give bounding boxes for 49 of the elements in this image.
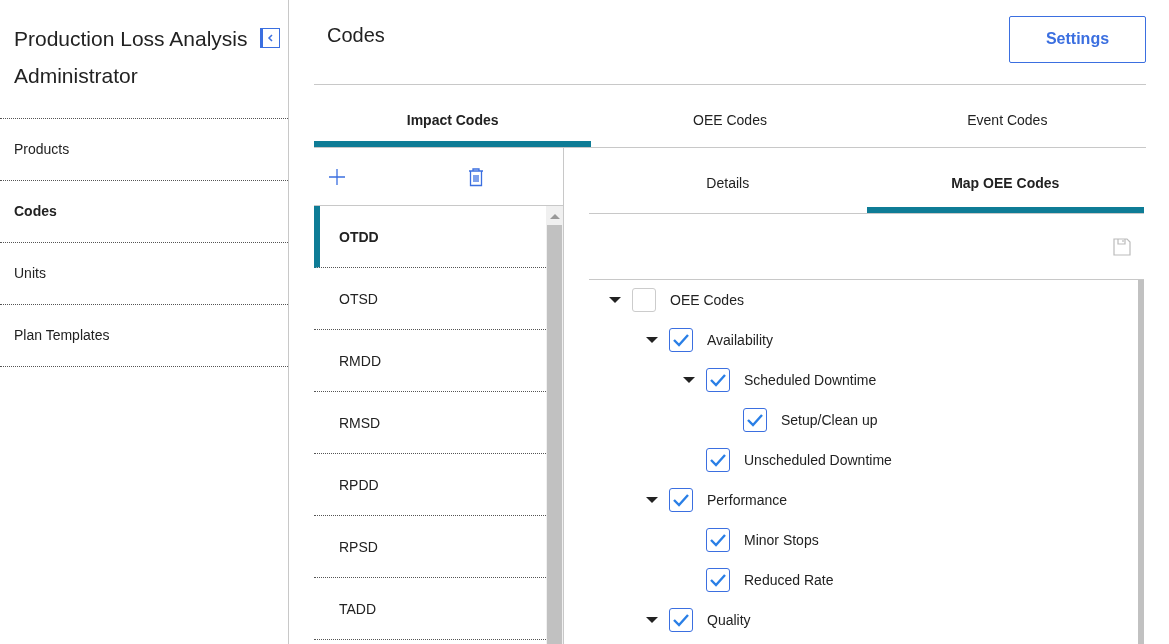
delete-icon[interactable]	[467, 166, 485, 187]
nav-item[interactable]: Plan Templates	[0, 305, 288, 367]
checkbox[interactable]	[669, 608, 693, 632]
tab[interactable]: Impact Codes	[314, 85, 592, 147]
expand-icon[interactable]	[646, 497, 658, 503]
nav-item[interactable]: Units	[0, 243, 288, 305]
expand-icon[interactable]	[609, 297, 621, 303]
page-title: Codes	[327, 23, 385, 47]
checkmark-icon	[672, 493, 690, 507]
checkbox[interactable]	[706, 568, 730, 592]
checkmark-icon	[672, 613, 690, 627]
tree-item[interactable]: Performance	[707, 492, 788, 508]
checkbox[interactable]	[706, 528, 730, 552]
expand-icon[interactable]	[646, 337, 658, 343]
scrollbar[interactable]	[546, 206, 563, 644]
checkmark-icon	[709, 453, 727, 467]
checkbox[interactable]	[669, 488, 693, 512]
collapse-button[interactable]	[260, 28, 280, 48]
tree-item[interactable]: Setup/Clean up	[781, 412, 878, 428]
expand-icon[interactable]	[646, 617, 658, 623]
checkbox[interactable]	[743, 408, 767, 432]
tab[interactable]: Map OEE Codes	[866, 148, 1144, 213]
checkbox[interactable]	[706, 448, 730, 472]
tree-item[interactable]: Reduced Rate	[744, 572, 834, 588]
scrollbar[interactable]	[1138, 280, 1144, 644]
tab[interactable]: Event Codes	[868, 85, 1146, 147]
nav-item[interactable]: Codes	[0, 181, 288, 243]
tree-item[interactable]: Unscheduled Downtime	[744, 452, 892, 468]
tree-item[interactable]: Scheduled Downtime	[744, 372, 877, 388]
tree-item[interactable]: Availability	[707, 332, 773, 348]
checkmark-icon	[709, 573, 727, 587]
checkbox[interactable]	[669, 328, 693, 352]
chevron-left-icon	[266, 33, 276, 43]
checkmark-icon	[746, 413, 764, 427]
tree-item[interactable]: Quality	[707, 612, 751, 628]
checkmark-icon	[672, 333, 690, 347]
app-title: Production Loss Analysis Administrator	[14, 26, 249, 89]
tab[interactable]: Details	[589, 148, 867, 213]
tab[interactable]: OEE Codes	[591, 85, 869, 147]
tree-item[interactable]: OEE Codes	[670, 292, 744, 308]
expand-icon[interactable]	[683, 377, 695, 383]
tree-item[interactable]: Minor Stops	[744, 532, 819, 548]
checkmark-icon	[709, 373, 727, 387]
checkbox[interactable]	[706, 368, 730, 392]
settings-button[interactable]: Settings	[1009, 15, 1146, 63]
add-icon[interactable]	[328, 167, 346, 186]
nav-item[interactable]: Products	[0, 119, 288, 181]
checkmark-icon	[709, 533, 727, 547]
checkbox[interactable]	[632, 288, 656, 312]
